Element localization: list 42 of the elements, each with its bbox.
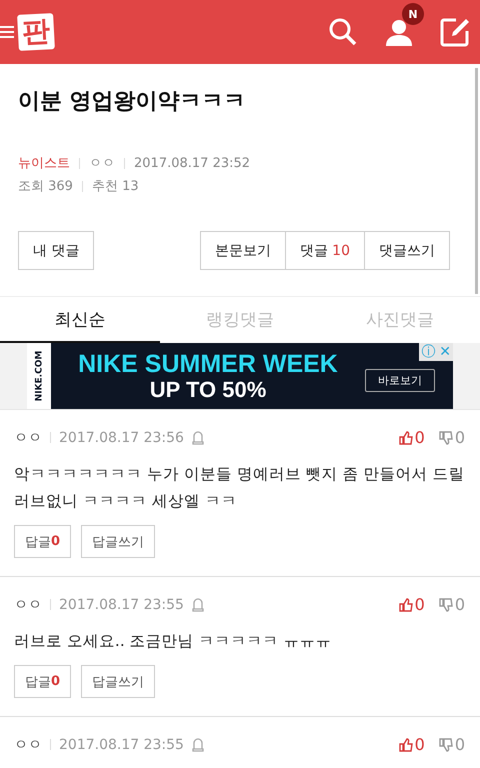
notification-badge: N bbox=[402, 3, 424, 25]
comment-author: ㅇㅇ bbox=[14, 736, 42, 754]
comment-text: 러브로 오세요.. 조금만님 ㅋㅋㅋㅋㅋ ㅠㅠㅠ bbox=[14, 631, 333, 652]
ad-subline: UP TO 50% bbox=[150, 378, 266, 401]
ad-banner[interactable]: NIKE.COM NIKE SUMMER WEEK UP TO 50% 바로보기 ⓘ ✕ bbox=[27, 343, 453, 409]
user-icon[interactable] bbox=[384, 17, 414, 47]
comment-author: ㅇㅇ bbox=[14, 596, 42, 614]
view-count: 조회 369 bbox=[18, 178, 73, 195]
like-button[interactable]: 0 bbox=[398, 735, 425, 754]
replies-button[interactable]: 답글0 bbox=[14, 525, 72, 558]
dislike-button[interactable]: 0 bbox=[438, 428, 465, 447]
comment-date: 2017.08.17 23:56 bbox=[59, 430, 184, 446]
dislike-button[interactable]: 0 bbox=[438, 595, 465, 614]
ad-brand: NIKE.COM bbox=[34, 350, 44, 402]
bell-icon[interactable] bbox=[192, 430, 204, 444]
menu-icon[interactable] bbox=[0, 24, 16, 40]
comment-author: ㅇㅇ bbox=[14, 428, 42, 446]
comments-button[interactable]: 댓글 10 bbox=[286, 231, 365, 270]
view-post-button[interactable]: 본문보기 bbox=[200, 231, 286, 270]
dislike-button[interactable]: 0 bbox=[438, 735, 465, 754]
logo[interactable]: 판 bbox=[17, 13, 55, 51]
write-reply-button[interactable]: 답글쓰기 bbox=[81, 665, 156, 698]
bell-icon[interactable] bbox=[192, 598, 204, 612]
recommend-count: 추천 13 bbox=[92, 178, 139, 195]
comment-date: 2017.08.17 23:55 bbox=[59, 736, 184, 752]
write-comment-button[interactable]: 댓글쓰기 bbox=[365, 231, 450, 270]
post-date: 2017.08.17 23:52 bbox=[134, 156, 250, 170]
bell-icon[interactable] bbox=[192, 738, 204, 752]
post-category[interactable]: 뉴이스트 bbox=[18, 154, 70, 172]
ad-view-button[interactable]: 바로보기 bbox=[365, 368, 435, 392]
ad-headline: NIKE SUMMER WEEK bbox=[78, 351, 338, 378]
like-button[interactable]: 0 bbox=[398, 595, 425, 614]
comment-date: 2017.08.17 23:55 bbox=[59, 596, 184, 612]
like-button[interactable]: 0 bbox=[398, 428, 425, 447]
post-author: ㅇㅇ bbox=[89, 155, 115, 172]
comment-text: 악ㅋㅋㅋㅋㅋㅋㅋ 누가 이분들 명예러브 뺏지 좀 만들어서 드릴 러브없니 ㅋㅋㅋㅋ 세상엘 ㅋㅋ bbox=[14, 464, 465, 512]
post-title: 이분 영업왕이약ㅋㅋㅋ bbox=[18, 88, 247, 116]
replies-button[interactable]: 답글0 bbox=[14, 665, 72, 698]
write-reply-button[interactable]: 답글쓰기 bbox=[81, 525, 156, 558]
my-comments-button[interactable]: 내 댓글 bbox=[18, 231, 94, 270]
search-icon[interactable] bbox=[328, 17, 358, 47]
compose-icon[interactable] bbox=[440, 17, 470, 47]
